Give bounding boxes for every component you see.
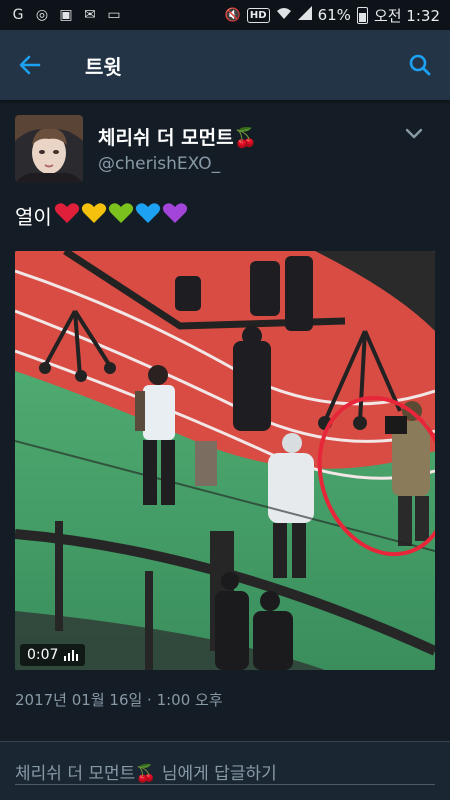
g-icon: G: [12, 7, 24, 23]
username[interactable]: @cherishEXO_: [98, 154, 220, 174]
video-duration: 0:07: [27, 647, 59, 663]
hd-icon: HD: [246, 7, 270, 23]
battery-icon: [356, 6, 368, 24]
display-name-text: 체리쉬 더 모먼트: [98, 127, 234, 149]
gallery-icon: ▣: [59, 7, 73, 23]
heart-icon-4: [162, 203, 187, 223]
search-icon[interactable]: [390, 30, 450, 100]
cherry-emoji: 🍒: [233, 127, 258, 149]
tweet-text-body: 열이: [15, 205, 52, 229]
c-icon: ◎: [35, 7, 49, 23]
heart-emojis: [54, 202, 189, 229]
reply-composer[interactable]: 체리쉬 더 모먼트🍒 님에게 답글하기: [0, 742, 450, 800]
tweet-text: 열이: [15, 201, 189, 230]
tweet-timestamp: 2017년 01월 16일 · 1:00 오후: [15, 691, 223, 709]
clipboard-icon: ▭: [107, 7, 121, 23]
audio-bars-icon: [64, 649, 79, 661]
battery-percent: 61%: [317, 6, 351, 24]
reply-placeholder[interactable]: 체리쉬 더 모먼트🍒 님에게 답글하기: [15, 759, 277, 784]
heart-icon-0: [54, 203, 79, 223]
chat-icon: ✉: [84, 7, 96, 23]
chevron-down-icon[interactable]: [404, 126, 424, 142]
video-duration-badge: 0:07: [20, 644, 86, 666]
app-bar: 트윗: [0, 30, 450, 100]
status-bar: G ◎ ▣ ✉ ▭ 🔇 HD 61% 오전 1:32: [0, 0, 450, 30]
arrow-left-icon[interactable]: [0, 30, 60, 100]
heart-icon-1: [81, 203, 106, 223]
mute-icon: 🔇: [224, 7, 241, 23]
reply-underline: [15, 784, 435, 785]
heart-icon-2: [108, 203, 133, 223]
clock: 오전 1:32: [373, 6, 440, 25]
avatar[interactable]: [15, 115, 83, 183]
display-name[interactable]: 체리쉬 더 모먼트🍒: [98, 123, 257, 150]
tweet-video[interactable]: [15, 251, 435, 670]
page-title: 트윗: [85, 54, 122, 79]
signal-icon: [297, 6, 312, 24]
heart-icon-3: [135, 203, 160, 223]
wifi-icon: [276, 6, 292, 24]
